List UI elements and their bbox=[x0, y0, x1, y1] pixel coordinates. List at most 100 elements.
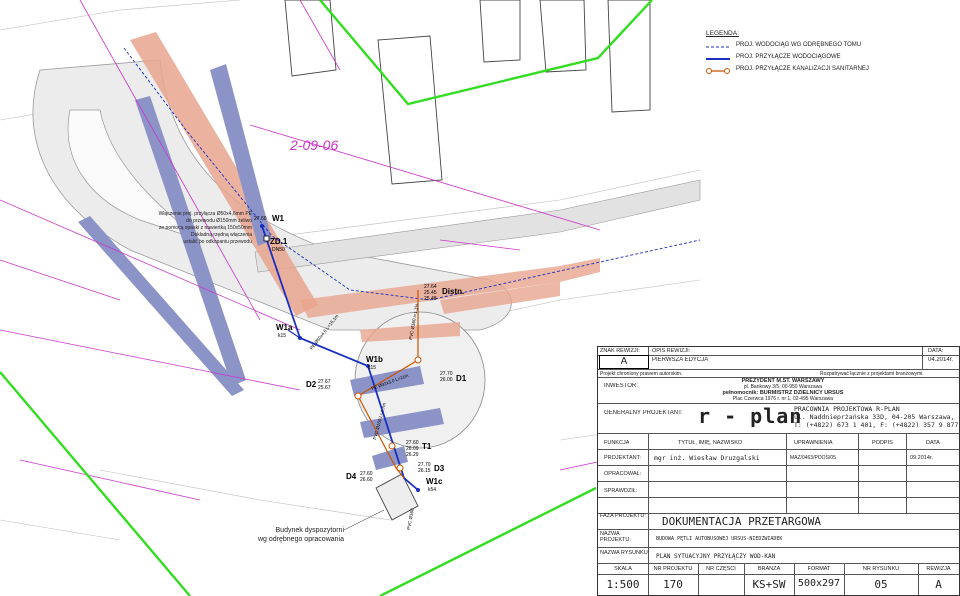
format-header: FORMAT bbox=[807, 566, 831, 572]
node-w1-marker bbox=[260, 224, 264, 228]
branza-header: BRANŻA bbox=[757, 566, 781, 572]
node-w1c-marker bbox=[416, 488, 420, 492]
nr-rysunku-value: 05 bbox=[874, 578, 888, 591]
investor-line-4: Plac Czerwca 1976 r. nr 1, 02-495 Warsza… bbox=[732, 396, 834, 402]
legend-item-sewer-connection: PROJ. PRZYŁĄCZE KANALIZACJI SANITARNEJ bbox=[706, 66, 936, 76]
zd1-label: ZD.1 bbox=[270, 237, 288, 246]
w1c-label: W1c bbox=[426, 477, 443, 486]
team-row-1-tytul: mgr inż. Wiesław Druzgalski bbox=[654, 454, 760, 462]
nr-czesci-header: NR CZĘŚCI bbox=[706, 566, 736, 572]
d4-elev2: 26.60 bbox=[360, 477, 373, 483]
legend-label: PROJ. PRZYŁĄCZE KANALIZACJI SANITARNEJ bbox=[736, 66, 869, 72]
w1-elev: 27.60 bbox=[254, 216, 267, 222]
road-band bbox=[254, 179, 701, 273]
team-row-1-funkcja: PROJEKTANT: bbox=[604, 455, 641, 461]
w1c-sub: k54 bbox=[428, 487, 436, 493]
building-c bbox=[479, 0, 521, 63]
rysunek-label: NAZWA RYSUNKU: bbox=[600, 550, 650, 556]
svg-text:do przewodu Ø150mm żeliwo: do przewodu Ø150mm żeliwo bbox=[186, 218, 252, 224]
sewer-manhole-d2 bbox=[354, 392, 362, 400]
legend-title: LEGENDA: bbox=[706, 30, 739, 37]
team-row-1-upr: MAZ/0463/POOS/05 bbox=[790, 455, 836, 461]
rev-znak: A bbox=[599, 355, 649, 369]
d1-label: D1 bbox=[456, 374, 467, 383]
faza-value: DOKUMENTACJA PRZETARGOWA bbox=[662, 515, 821, 528]
svg-text:Włączenie proj. przyłącza Ø50x: Włączenie proj. przyłącza Ø50x4,6mm PE bbox=[159, 211, 253, 217]
rev-opis: PIERWSZA EDYCJA bbox=[652, 357, 709, 363]
building-note-leader bbox=[343, 509, 385, 531]
t1-elev3: 26.29 bbox=[406, 452, 419, 458]
svg-text:ustalić po odkopaniu przewodu: ustalić po odkopaniu przewodu bbox=[183, 239, 252, 245]
svg-text:Dokładną rzędną włączenia: Dokładną rzędną włączenia bbox=[191, 232, 252, 238]
rev-data-header: DATA: bbox=[928, 348, 944, 354]
d3-label: D3 bbox=[434, 464, 445, 473]
w1a-sub: k15 bbox=[278, 333, 286, 339]
designer-line-1: PRACOWNIA PROJEKTOWA R-PLAN bbox=[794, 405, 900, 413]
team-header-upr: UPRAWNIENIA bbox=[794, 440, 833, 446]
d2-label: D2 bbox=[306, 380, 317, 389]
rev-data: 04.2014r. bbox=[928, 357, 954, 363]
building-note: Budynek dyspozytorni wg odrębnego opraco… bbox=[257, 527, 344, 543]
legend-item-water-connection: PROJ. PRZYŁĄCZE WODOCIĄGOWE bbox=[706, 54, 936, 64]
svg-text:Budynek dyspozytorni: Budynek dyspozytorni bbox=[276, 527, 345, 534]
solid-blue-line-icon bbox=[706, 58, 730, 60]
node-w1a-marker bbox=[298, 336, 302, 340]
w1b-label: W1b bbox=[366, 355, 383, 364]
w1b-sub: k15 bbox=[368, 365, 376, 371]
nr-projektu-header: NR PROJEKTU bbox=[653, 566, 693, 572]
d1-elev2: 26.00 bbox=[440, 377, 453, 383]
skala-value: 1:500 bbox=[606, 578, 640, 591]
title-block: ZNAK REWIZJI: OPIS REWIZJI: DATA: A PIER… bbox=[597, 346, 960, 596]
w1-label: W1 bbox=[272, 214, 285, 223]
team-header-funkcja: FUNKCJA bbox=[604, 440, 630, 446]
rewizja-header: REWIZJA bbox=[926, 566, 951, 572]
faza-label: FAZA PROJEKTU: bbox=[600, 513, 646, 519]
team-header-tytul: TYTUŁ, IMIĘ, NAZWISKO bbox=[678, 440, 743, 446]
legend-label: PROJ. WODOCIĄG WG ODRĘBNEGO TOMU bbox=[736, 42, 862, 48]
sewer-manhole-d3 bbox=[396, 464, 404, 472]
d3-elev2: 26.15 bbox=[418, 468, 431, 474]
parcel-label: 2-09-06 bbox=[289, 137, 338, 153]
designer-line-3: T: (+4822) 673 1 401, F: (+4822) 357 9 8… bbox=[794, 421, 959, 429]
nazwa-value: BUDOWA PĘTLI AUTOBUSOWEJ URSUS-NIEDŹWIAD… bbox=[656, 536, 783, 542]
rev-opis-header: OPIS REWIZJI: bbox=[652, 348, 691, 354]
format-value: 500x297 bbox=[797, 578, 841, 589]
d4-label: D4 bbox=[346, 472, 357, 481]
t1-label: T1 bbox=[422, 442, 432, 451]
team-header-podpis: PODPIS bbox=[872, 440, 893, 446]
building-b bbox=[377, 35, 443, 185]
r-plan-logo: r - plan bbox=[698, 404, 803, 428]
rewizja-value: A bbox=[935, 578, 942, 591]
designer-label: GENERALNY PROJEKTANT: bbox=[604, 410, 683, 416]
dashed-blue-line-icon bbox=[706, 46, 730, 48]
rysunek-value: PLAN SYTUACYJNY PRZYŁĄCZY WOD-KAN bbox=[656, 553, 776, 560]
nr-rysunku-header: NR RYSUNKU bbox=[862, 566, 900, 572]
team-row-2-funkcja: OPRACOWAŁ: bbox=[604, 471, 642, 477]
nr-projektu-value: 170 bbox=[663, 578, 683, 591]
svg-text:wg odrębnego opracowania: wg odrębnego opracowania bbox=[257, 536, 344, 543]
skala-header: SKALA bbox=[614, 566, 632, 572]
sewer-manhole-d1 bbox=[414, 356, 422, 364]
team-header-data: DATA bbox=[926, 440, 940, 446]
legend-label: PROJ. PRZYŁĄCZE WODOCIĄGOWE bbox=[736, 54, 841, 60]
legend-item-water-main: PROJ. WODOCIĄG WG ODRĘBNEGO TOMU bbox=[706, 42, 936, 52]
zd1-sub: DN50 bbox=[272, 247, 285, 253]
svg-text:ze pomocą opaski z nawiertką 1: ze pomocą opaski z nawiertką 150x50mm bbox=[159, 225, 252, 231]
building-d bbox=[539, 0, 587, 73]
sewer-manhole-t1 bbox=[388, 442, 396, 450]
valve-zd1-marker bbox=[263, 235, 270, 242]
team-row-1-data: 09.2014r. bbox=[910, 455, 933, 461]
building-e bbox=[607, 0, 651, 113]
d2-elev2: 25.67 bbox=[318, 385, 331, 391]
rev-znak-header: ZNAK REWIZJI: bbox=[600, 348, 640, 354]
legend: LEGENDA: PROJ. WODOCIĄG WG ODRĘBNEGO TOM… bbox=[700, 30, 940, 82]
nazwa-label: NAZWA PROJEKTU: bbox=[600, 531, 631, 543]
designer-line-2: ul. Naddnieprżańska 33D, 04-205 Warszawa… bbox=[794, 413, 955, 421]
distn-label: Distn. bbox=[442, 287, 464, 296]
orange-line-with-circles-icon bbox=[706, 68, 730, 74]
w1a-label: W1a bbox=[276, 323, 293, 332]
distn-elev3: 25.48 bbox=[424, 296, 437, 302]
branza-value: KS+SW bbox=[752, 578, 786, 591]
investor-label: INWESTOR: bbox=[604, 383, 638, 389]
team-row-3-funkcja: SPRAWDZIŁ: bbox=[604, 488, 638, 494]
